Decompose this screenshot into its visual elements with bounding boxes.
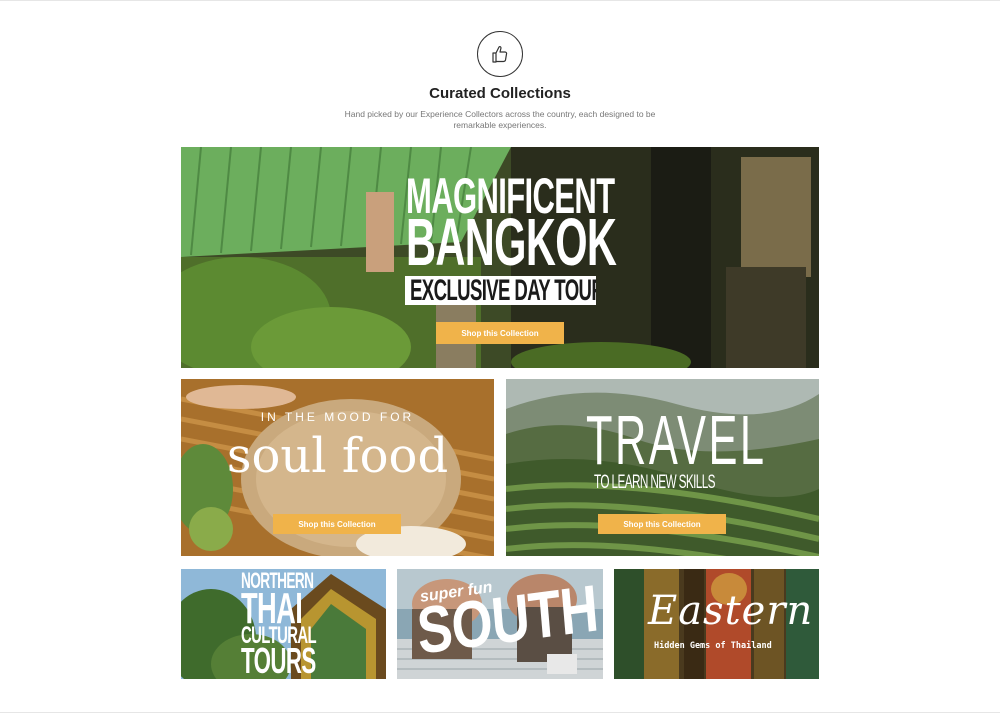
south-headline: SOUTH bbox=[414, 570, 601, 668]
bangkok-banner: EXCLUSIVE DAY TOURS bbox=[405, 276, 596, 305]
shop-soul-food-button[interactable]: Shop this Collection bbox=[273, 514, 401, 534]
collection-tile-northern[interactable]: NORTHERN THAI CULTURAL TOURS bbox=[181, 569, 386, 679]
collection-tile-eastern[interactable]: Eastern Hidden Gems of Thailand bbox=[614, 569, 819, 679]
page-title: Curated Collections bbox=[429, 85, 571, 102]
eastern-headline: Eastern bbox=[648, 588, 814, 634]
collection-tile-bangkok[interactable]: MAGNIFICENT BANGKOK EXCLUSIVE DAY TOURS … bbox=[181, 147, 819, 368]
collection-tile-travel[interactable]: TRAVEL TO LEARN NEW SKILLS Shop this Col… bbox=[506, 379, 819, 556]
page-subtitle: Hand picked by our Experience Collectors… bbox=[344, 109, 656, 130]
collection-tile-south[interactable]: super fun SOUTH bbox=[397, 569, 603, 679]
thumbs-up-icon bbox=[492, 45, 508, 63]
bangkok-line3: EXCLUSIVE DAY TOURS bbox=[410, 276, 596, 305]
bottom-divider bbox=[0, 712, 1000, 713]
bangkok-line2: BANGKOK bbox=[406, 205, 617, 280]
thumbs-up-badge bbox=[477, 31, 523, 77]
northern-line4: TOURS bbox=[241, 640, 316, 679]
top-divider bbox=[0, 0, 1000, 1]
eastern-tagline: Hidden Gems of Thailand bbox=[654, 641, 772, 651]
travel-tagline: TO LEARN NEW SKILLS bbox=[594, 472, 716, 493]
travel-headline: TRAVEL bbox=[586, 401, 767, 479]
soul-food-headline: soul food bbox=[226, 428, 449, 484]
shop-bangkok-button[interactable]: Shop this Collection bbox=[436, 322, 564, 344]
shop-travel-button[interactable]: Shop this Collection bbox=[598, 514, 726, 534]
soul-food-kicker: IN THE MOOD FOR bbox=[260, 410, 415, 424]
collection-tile-soul-food[interactable]: IN THE MOOD FOR soul food Shop this Coll… bbox=[181, 379, 494, 556]
